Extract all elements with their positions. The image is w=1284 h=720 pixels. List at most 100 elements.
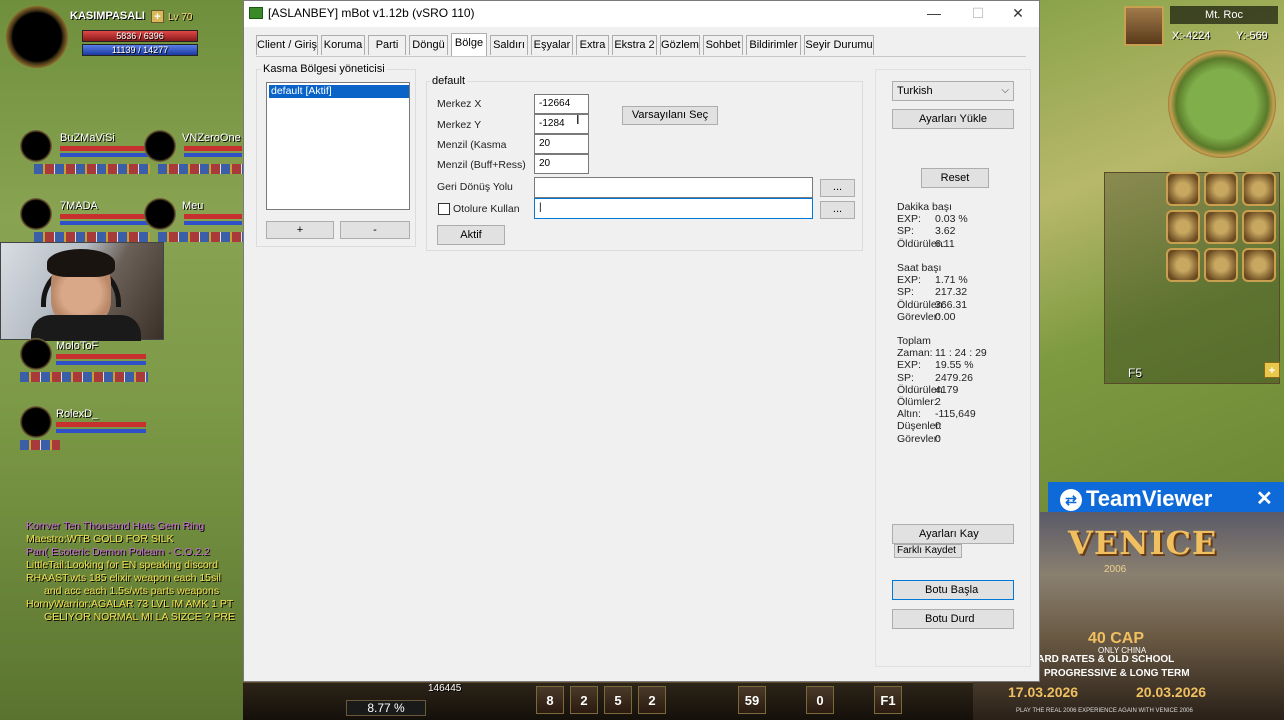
stat-row: Zaman: 11 : 24 : 29	[897, 347, 987, 359]
set-default-button[interactable]: Varsayılanı Seç	[622, 106, 718, 125]
tab-ekstra-2[interactable]: Ekstra 2	[612, 35, 657, 55]
stat-value: 0	[935, 432, 941, 445]
stats-per-minute-title: Dakika başı	[897, 201, 952, 213]
save-settings-button[interactable]: Ayarları Kay	[892, 524, 1014, 544]
add-zone-button[interactable]: +	[266, 221, 334, 239]
stat-value: 0.00	[935, 310, 956, 323]
zone-listbox[interactable]: default [Aktif]	[266, 82, 410, 210]
save-as-button[interactable]: Farklı Kaydet	[894, 544, 962, 558]
skill-icon[interactable]	[1166, 172, 1200, 206]
skill-icon[interactable]	[1166, 248, 1200, 282]
activate-zone-button[interactable]: Aktif	[437, 225, 505, 245]
teamviewer-close-icon[interactable]: ✕	[1256, 486, 1273, 511]
party-mp-bar	[184, 153, 242, 157]
zone-list-item[interactable]: default [Aktif]	[269, 85, 409, 98]
autolure-path-input[interactable]: |	[534, 198, 813, 219]
hotbar-slot[interactable]: F1	[874, 686, 902, 714]
party-portrait	[144, 130, 176, 162]
tab-seyir-durumu[interactable]: Seyir Durumu	[804, 35, 874, 55]
maximize-button[interactable]: ☐	[956, 1, 1000, 27]
skill-icon[interactable]	[1204, 210, 1238, 244]
tab-sohbet[interactable]: Sohbet	[703, 35, 743, 55]
ad-line1: HARD RATES & OLD SCHOOL	[1030, 654, 1175, 665]
stat-row: Görevler: 0	[897, 433, 945, 445]
hotbar-slot[interactable]: 5	[604, 686, 632, 714]
player-frame: KASIMPASALI + Lv 70 5836 / 6396 11139 / …	[6, 6, 206, 68]
hotbar-slot[interactable]: 59	[738, 686, 766, 714]
title-bar[interactable]: [ASLANBEY] mBot v1.12b (vSRO 110) — ☐ ✕	[244, 1, 1039, 27]
tab-parti[interactable]: Parti	[368, 35, 406, 55]
language-value: Turkish	[897, 85, 933, 97]
party-name: BuZMaViSi	[60, 132, 115, 144]
stats-per-minute: Dakika başı EXP: 0.03 % SP: 3.62 Öldürülen: 6…	[897, 201, 968, 250]
teamviewer-logo-icon: ⇄	[1060, 489, 1082, 511]
hotbar-slot[interactable]: 2	[570, 686, 598, 714]
center-x-input[interactable]: -12664	[534, 94, 589, 114]
skill-icon[interactable]	[1166, 210, 1200, 244]
party-member[interactable]: 7MADA	[20, 198, 150, 248]
stat-label: Ölümler:	[897, 395, 937, 408]
party-portrait	[20, 130, 52, 162]
hotbar-slot[interactable]: 2	[638, 686, 666, 714]
tab-strip-divider	[256, 56, 1026, 57]
chat-line: HornyWarrior:AGALAR 73 LVL IM AMK 1 PT	[26, 598, 234, 610]
stat-value: 0	[935, 420, 941, 433]
language-select[interactable]: Turkish ⌵	[892, 81, 1014, 101]
party-member[interactable]: MoloToF	[20, 338, 148, 388]
center-y-input[interactable]: -1284	[534, 114, 589, 134]
skill-icon[interactable]	[1242, 248, 1276, 282]
skill-icon[interactable]	[1204, 248, 1238, 282]
skill-icon[interactable]	[1242, 172, 1276, 206]
minimap[interactable]	[1168, 50, 1276, 158]
tab-extra[interactable]: Extra	[576, 35, 609, 55]
skill-icon[interactable]	[1204, 172, 1238, 206]
close-button[interactable]: ✕	[996, 1, 1040, 27]
autolure-checkbox[interactable]	[438, 203, 450, 215]
tab-eşyalar[interactable]: Eşyalar	[531, 35, 573, 55]
player-plus-icon[interactable]: +	[151, 10, 164, 23]
teamviewer-name: TeamViewer	[1086, 486, 1213, 511]
party-mp-bar	[60, 221, 150, 225]
range-buff-label: Menzil (Buff+Ress)	[437, 159, 526, 171]
tab-saldırı[interactable]: Saldırı	[490, 35, 528, 55]
reset-button[interactable]: Reset	[921, 168, 989, 188]
stat-value: 1.71 %	[935, 274, 968, 287]
stop-bot-button[interactable]: Botu Durd	[892, 609, 1014, 629]
range-buff-input[interactable]: 20	[534, 154, 589, 174]
skill-icon[interactable]	[1242, 210, 1276, 244]
hotbar-slot[interactable]: 8	[536, 686, 564, 714]
stat-row: EXP: 0.03 %	[897, 213, 968, 225]
minimize-button[interactable]: —	[912, 1, 956, 27]
tab-bildirimler[interactable]: Bildirimler	[746, 35, 801, 55]
tab-gözlem[interactable]: Gözlem	[660, 35, 700, 55]
tab-client-giriş[interactable]: Client / Giriş	[256, 35, 318, 55]
autolure-browse-button[interactable]: ...	[820, 201, 855, 219]
load-settings-button[interactable]: Ayarları Yükle	[892, 109, 1014, 129]
expand-plus-icon[interactable]: +	[1264, 362, 1280, 378]
party-member[interactable]: BuZMaViSi	[20, 130, 150, 180]
start-bot-button[interactable]: Botu Başla	[892, 580, 1014, 600]
party-buff-icons	[34, 232, 150, 242]
party-member[interactable]: RolexD_	[20, 406, 146, 456]
range-kasma-input[interactable]: 20	[534, 134, 589, 154]
party-mp-bar	[56, 361, 146, 365]
tab-koruma[interactable]: Koruma	[321, 35, 365, 55]
return-path-browse-button[interactable]: ...	[820, 179, 855, 197]
remove-zone-button[interactable]: -	[340, 221, 410, 239]
tab-bölge[interactable]: Bölge	[451, 33, 487, 56]
text-cursor-icon: I	[576, 112, 580, 127]
party-buff-icons	[34, 164, 150, 174]
tab-döngü[interactable]: Döngü	[409, 35, 448, 55]
stat-value: -115,649	[935, 408, 976, 421]
party-portrait	[20, 406, 52, 438]
chat-line: Maestro:WTB GOLD FOR SILK	[26, 533, 174, 545]
stats-per-hour-rows: EXP: 1.71 % SP: 217.32 Öldürülen: 366.31 Görev…	[897, 274, 968, 323]
stats-total-title: Toplam	[897, 335, 931, 347]
return-path-input[interactable]	[534, 177, 813, 198]
range-kasma-label: Menzil (Kasma	[437, 139, 507, 151]
hotbar-slot[interactable]: 0	[806, 686, 834, 714]
player-portrait	[6, 6, 68, 68]
player-level: Lv 70	[168, 12, 193, 23]
ad-date-start: 17.03.2026	[1008, 684, 1079, 700]
party-buff-icons	[158, 164, 244, 174]
